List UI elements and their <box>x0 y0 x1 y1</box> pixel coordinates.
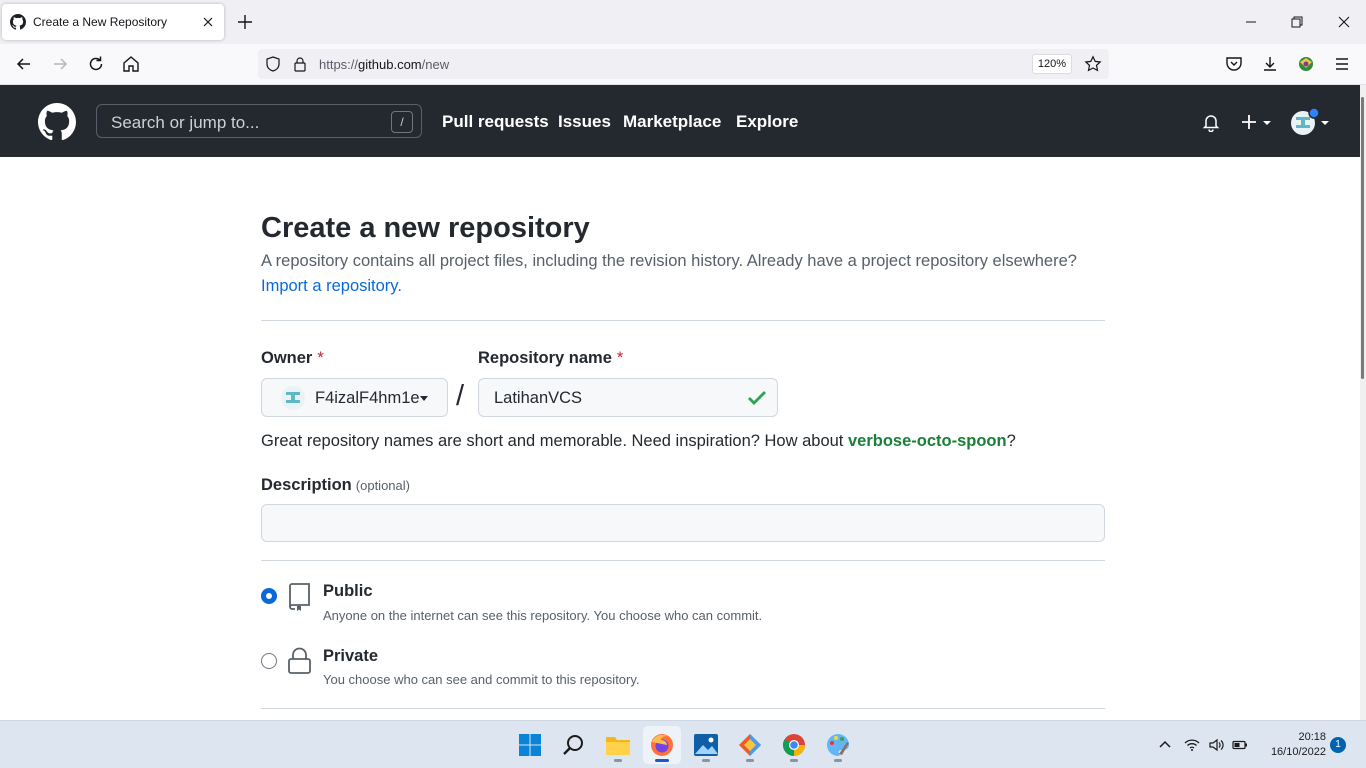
system-clock[interactable]: 20:18 16/10/2022 <box>1258 730 1326 760</box>
suggested-name-link[interactable]: verbose-octo-spoon <box>848 432 1007 450</box>
github-search-input[interactable]: Search or jump to... / <box>96 104 422 138</box>
nav-pull-requests[interactable]: Pull requests <box>442 112 549 132</box>
search-placeholder: Search or jump to... <box>111 113 260 132</box>
public-title: Public <box>323 582 373 600</box>
extension-icon[interactable] <box>1296 54 1316 74</box>
nav-explore[interactable]: Explore <box>736 112 798 132</box>
taskbar-paint[interactable] <box>819 726 857 764</box>
reload-icon[interactable] <box>86 54 106 74</box>
browser-nav-bar: https://github.com/new 120% <box>0 44 1366 85</box>
back-icon[interactable] <box>14 54 34 74</box>
forward-icon[interactable] <box>50 54 70 74</box>
nav-marketplace[interactable]: Marketplace <box>623 112 721 132</box>
github-logo-icon[interactable] <box>38 103 76 141</box>
github-header: Search or jump to... / Pull requests Iss… <box>0 85 1362 157</box>
chrome-icon <box>783 734 805 756</box>
clock-date: 16/10/2022 <box>1270 746 1326 758</box>
wifi-icon[interactable] <box>1184 737 1200 753</box>
lock-icon <box>288 647 311 674</box>
notifications-bell-icon[interactable] <box>1201 112 1221 132</box>
taskbar-file-explorer[interactable] <box>599 726 637 764</box>
page-scrollbar-thumb[interactable] <box>1361 97 1364 379</box>
notification-count-badge[interactable]: 1 <box>1330 737 1346 753</box>
photos-icon <box>694 734 718 756</box>
url-text: https://github.com/new <box>319 57 450 72</box>
valid-check-icon <box>748 391 766 405</box>
import-repository-link[interactable]: Import a repository. <box>261 277 402 296</box>
public-radio[interactable] <box>262 589 276 603</box>
browser-tab[interactable]: Create a New Repository <box>2 4 224 40</box>
zoom-level[interactable]: 120% <box>1032 54 1072 74</box>
menu-hamburger-icon[interactable] <box>1332 54 1352 74</box>
downloads-icon[interactable] <box>1260 54 1280 74</box>
private-description: You choose who can see and commit to thi… <box>323 672 640 687</box>
new-tab-icon[interactable] <box>236 13 254 31</box>
chevron-down-icon <box>420 396 428 401</box>
user-avatar-menu-icon[interactable] <box>1290 107 1330 137</box>
page-subtitle: A repository contains all project files,… <box>261 252 1077 270</box>
page-title: Create a new repository <box>261 212 590 244</box>
running-indicator <box>614 759 622 762</box>
start-button[interactable] <box>511 726 549 764</box>
owner-repo-separator: / <box>456 380 465 412</box>
tracking-shield-icon[interactable] <box>265 56 281 72</box>
running-indicator <box>790 759 798 762</box>
clock-time: 20:18 <box>1298 731 1326 743</box>
restore-window-icon[interactable] <box>1289 14 1305 30</box>
running-indicator <box>746 759 754 762</box>
active-indicator <box>655 759 669 762</box>
search-icon <box>563 735 583 755</box>
repo-book-icon <box>289 583 310 611</box>
taskbar-search-button[interactable] <box>555 726 593 764</box>
owner-avatar <box>281 386 305 410</box>
browser-tab-bar: Create a New Repository <box>0 0 1366 44</box>
nav-issues[interactable]: Issues <box>558 112 611 132</box>
description-label: Description (optional) <box>261 476 410 494</box>
volume-icon[interactable] <box>1208 737 1224 753</box>
running-indicator <box>702 759 710 762</box>
taskbar-firefox[interactable] <box>643 726 681 764</box>
home-icon[interactable] <box>121 54 141 74</box>
repository-name-label: Repository name * <box>478 349 624 367</box>
private-radio[interactable] <box>261 653 277 669</box>
divider <box>261 560 1105 561</box>
taskbar-photos[interactable] <box>687 726 725 764</box>
running-indicator <box>834 759 842 762</box>
tab-title: Create a New Repository <box>33 15 168 29</box>
create-new-plus-icon[interactable] <box>1240 113 1272 131</box>
owner-name: F4izalF4hm1e <box>315 389 420 407</box>
lock-icon[interactable] <box>292 56 308 72</box>
folder-icon <box>606 737 630 755</box>
app-diamond-icon <box>739 734 761 756</box>
tray-chevron-up-icon[interactable] <box>1157 737 1173 753</box>
repository-name-value: LatihanVCS <box>494 389 583 407</box>
windows-taskbar: 20:18 16/10/2022 1 <box>0 720 1366 768</box>
windows-start-icon <box>519 734 541 756</box>
close-tab-icon[interactable] <box>200 14 216 30</box>
repository-name-input[interactable]: LatihanVCS <box>478 378 778 417</box>
private-title: Private <box>323 647 379 665</box>
divider <box>261 320 1105 321</box>
bookmark-star-icon[interactable] <box>1084 55 1102 73</box>
github-favicon-icon <box>10 14 26 30</box>
taskbar-chrome[interactable] <box>775 726 813 764</box>
public-description: Anyone on the internet can see this repo… <box>323 608 763 623</box>
divider <box>261 708 1105 709</box>
owner-select-button[interactable]: F4izalF4hm1e <box>261 378 448 417</box>
pocket-icon[interactable] <box>1224 54 1244 74</box>
address-bar[interactable]: https://github.com/new 120% <box>258 49 1109 79</box>
firefox-icon <box>651 734 673 756</box>
owner-label: Owner * <box>261 349 324 367</box>
name-suggestion: Great repository names are short and mem… <box>261 432 1016 450</box>
close-window-icon[interactable] <box>1336 14 1352 30</box>
minimize-window-icon[interactable] <box>1243 14 1259 30</box>
taskbar-app-diamond[interactable] <box>731 726 769 764</box>
battery-icon[interactable] <box>1232 737 1248 753</box>
paint-palette-icon <box>827 734 849 756</box>
description-input[interactable] <box>261 504 1105 542</box>
search-shortcut-key: / <box>391 111 413 133</box>
